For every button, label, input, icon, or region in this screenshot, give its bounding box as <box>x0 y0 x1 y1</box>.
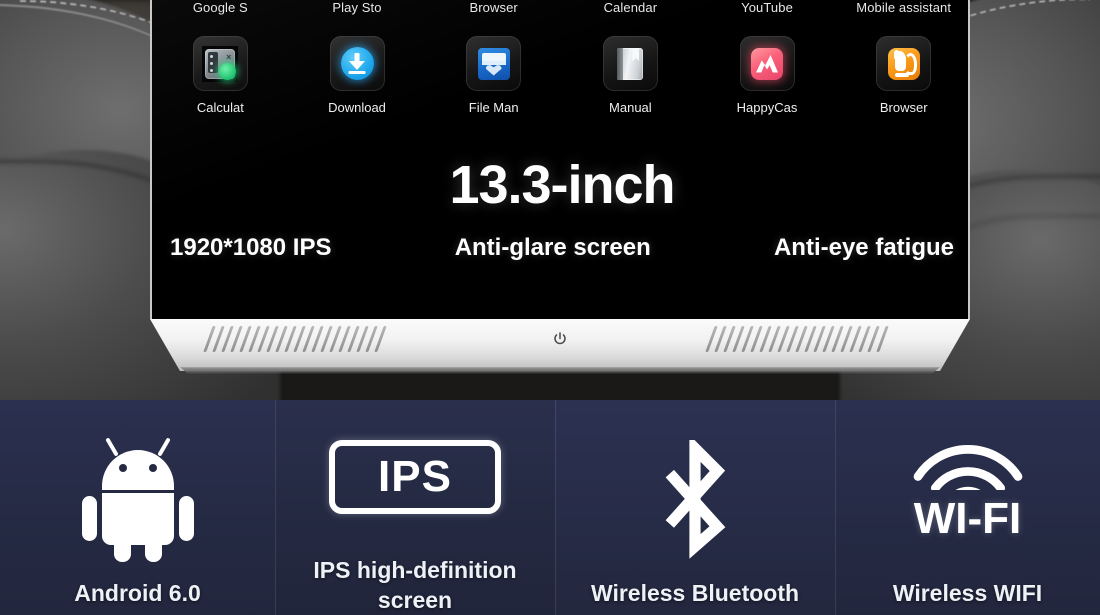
screen-feature-resolution: 1920*1080 IPS <box>170 234 332 261</box>
app-item-manual[interactable]: Manual <box>562 36 699 115</box>
app-tile-manual[interactable] <box>602 36 658 91</box>
feature-caption-wifi: Wireless WIFI <box>892 580 1043 606</box>
app-item-happycast[interactable]: HappyCas <box>699 36 836 115</box>
app-tile-download[interactable] <box>329 36 385 91</box>
product-image-root: Google S Play Sto Browser Calendar YouTu… <box>0 0 1100 615</box>
feature-caption-ips: IPS high-definition screen <box>313 557 517 613</box>
calculator-icon: × <box>202 45 239 82</box>
screen-feature-anti-glare: Anti-glare screen <box>454 234 651 261</box>
feature-strip: Android 6.0 IPS IPS high-definition scre… <box>0 400 1100 615</box>
app-label-file-manager: File Man <box>468 100 519 115</box>
app-tile-browser[interactable] <box>876 36 932 91</box>
ips-badge-text: IPS <box>378 452 452 501</box>
uc-browser-icon <box>886 46 922 82</box>
download-icon <box>339 46 375 82</box>
app-label-download: Download <box>328 100 386 115</box>
monitor-device: Google S Play Sto Browser Calendar YouTu… <box>150 0 970 384</box>
top-app-label-youtube: YouTube <box>741 0 793 15</box>
bottom-bezel-edge <box>180 367 940 374</box>
top-app-label-browser: Browser <box>469 0 518 15</box>
power-icon[interactable] <box>553 330 568 347</box>
app-label-calculator: Calculat <box>196 100 244 115</box>
feature-cell-wifi: WI-FI Wireless WIFI <box>835 400 1100 615</box>
app-tile-calculator[interactable]: × <box>192 36 248 91</box>
app-tile-happycast[interactable] <box>739 36 795 91</box>
top-app-label-calendar: Calendar <box>603 0 658 15</box>
manual-book-icon <box>612 46 648 82</box>
app-label-happycast: HappyCas <box>736 100 798 115</box>
android-robot-icon <box>81 437 194 562</box>
feature-cell-bluetooth: Wireless Bluetooth <box>555 400 835 615</box>
bluetooth-icon <box>647 434 743 566</box>
display-screen: Google S Play Sto Browser Calendar YouTu… <box>152 0 968 319</box>
top-app-label-row: Google S Play Sto Browser Calendar YouTu… <box>152 0 968 15</box>
wifi-arcs-icon <box>913 445 1022 490</box>
headrest-monitor-photo: Google S Play Sto Browser Calendar YouTu… <box>0 0 1100 400</box>
wifi-badge-text: WI-FI <box>913 494 1022 543</box>
screen-feature-anti-eye-fatigue: Anti-eye fatigue <box>773 234 954 261</box>
app-tile-file-manager[interactable] <box>466 36 522 91</box>
speaker-grille-left <box>203 326 412 352</box>
wifi-icon: WI-FI <box>910 440 1026 544</box>
feature-caption-android: Android 6.0 <box>74 580 201 606</box>
app-label-manual: Manual <box>609 100 652 115</box>
app-item-browser[interactable]: Browser <box>835 36 968 115</box>
app-item-download[interactable]: Download <box>289 36 426 115</box>
feature-caption-bluetooth: Wireless Bluetooth <box>590 580 800 606</box>
ips-badge-icon: IPS <box>329 440 501 514</box>
file-manager-icon <box>476 46 512 82</box>
top-app-label-play-store: Play Sto <box>332 0 382 15</box>
happycast-icon <box>749 46 785 82</box>
app-item-calculator[interactable]: × Calculat <box>152 36 289 115</box>
app-icon-row: × Calculat Download File Man Manual Happ… <box>152 36 968 115</box>
speaker-grille-right <box>705 326 914 352</box>
top-app-label-google-s: Google S <box>192 0 248 15</box>
app-item-file-manager[interactable]: File Man <box>425 36 562 115</box>
top-app-label-mobile-assistant: Mobile assistant <box>856 0 952 15</box>
screen-feature-row: 1920*1080 IPS Anti-glare screen Anti-eye… <box>152 234 968 262</box>
app-label-browser: Browser <box>879 100 928 115</box>
screen-size-headline: 13.3-inch <box>449 155 675 215</box>
screen-bezel: Google S Play Sto Browser Calendar YouTu… <box>150 0 970 319</box>
feature-cell-android: Android 6.0 <box>0 400 275 615</box>
feature-cell-ips: IPS IPS high-definition screen <box>275 400 555 615</box>
